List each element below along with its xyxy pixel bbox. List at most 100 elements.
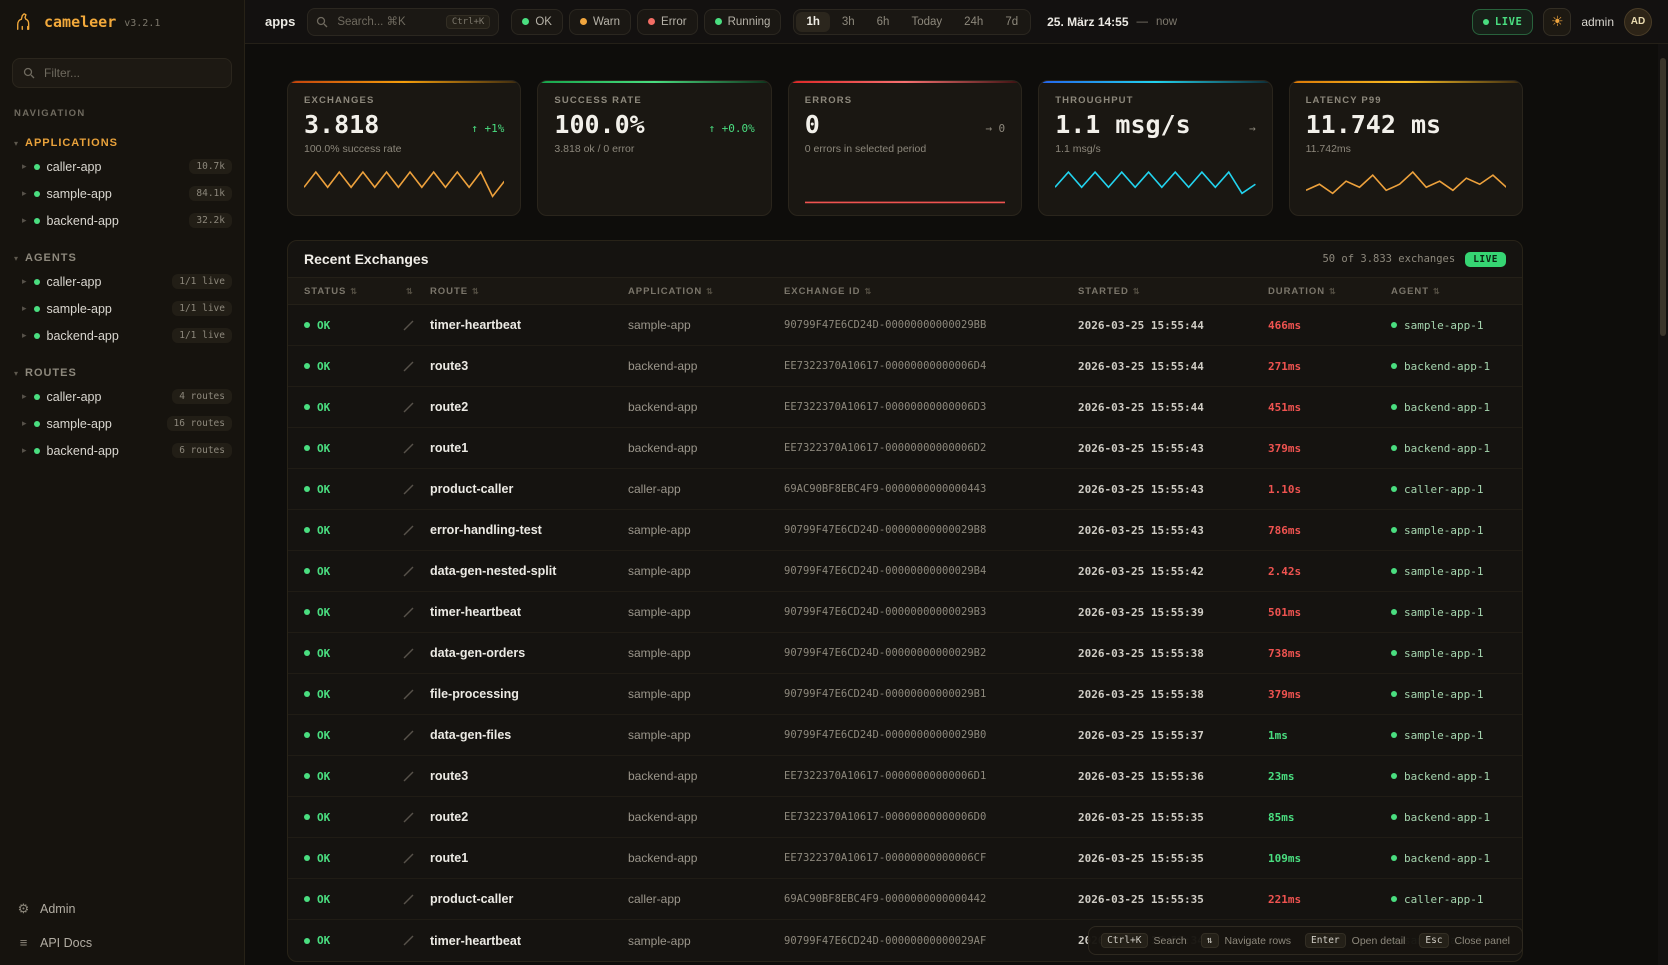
table-body: OK timer-heartbeat sample-app 90799F47E6… [288, 305, 1522, 961]
table-row[interactable]: OK timer-heartbeat sample-app 90799F47E6… [288, 592, 1522, 633]
table-row[interactable]: OK route3 backend-app EE7322370A10617-00… [288, 346, 1522, 387]
row-route: product-caller [430, 482, 628, 496]
table-row[interactable]: OK data-gen-orders sample-app 90799F47E6… [288, 633, 1522, 674]
avatar[interactable]: AD [1624, 8, 1652, 36]
sidebar-footer-item[interactable]: ≡ API Docs [0, 926, 244, 959]
sidebar-footer-item[interactable]: ⚙ Admin [0, 892, 244, 926]
sidebar-item[interactable]: ▸ backend-app 6 routes [0, 437, 244, 464]
sidebar-item[interactable]: ▸ sample-app 16 routes [0, 410, 244, 437]
chevron-right-icon: ▸ [22, 303, 27, 314]
status-chip-dot [580, 18, 587, 25]
live-toggle[interactable]: LIVE [1472, 9, 1533, 35]
hint-label: Search [1154, 935, 1187, 947]
row-status: OK [317, 811, 330, 824]
row-trend-icon [402, 770, 430, 783]
table-row[interactable]: OK route2 backend-app EE7322370A10617-00… [288, 387, 1522, 428]
row-agent: caller-app-1 [1404, 893, 1483, 906]
time-range-button[interactable]: 7d [995, 12, 1028, 32]
hint-label: Close panel [1455, 935, 1510, 947]
table-row[interactable]: OK timer-heartbeat sample-app 90799F47E6… [288, 305, 1522, 346]
kpi-accent-bar [538, 81, 770, 83]
time-range-button[interactable]: 1h [796, 12, 829, 32]
row-exchange-id: EE7322370A10617-00000000000006D0 [784, 811, 1078, 823]
row-exchange-id: 90799F47E6CD24D-00000000000029B3 [784, 606, 1078, 618]
row-started: 2026-03-25 15:55:43 [1078, 483, 1268, 496]
row-exchange-id: 69AC90BF8EBC4F9-0000000000000442 [784, 893, 1078, 905]
time-range-button[interactable]: 24h [954, 12, 993, 32]
sort-icon: ⇅ [472, 287, 480, 296]
agent-status-dot [1391, 773, 1397, 779]
row-duration: 23ms [1268, 770, 1391, 783]
table-row[interactable]: OK product-caller caller-app 69AC90BF8EB… [288, 879, 1522, 920]
column-header[interactable]: STATUS ⇅ [304, 286, 402, 297]
scrollbar-thumb[interactable] [1660, 58, 1666, 336]
column-header[interactable]: ⇅ [402, 287, 430, 296]
time-range-button[interactable]: Today [901, 12, 952, 32]
sort-icon: ⇅ [864, 287, 872, 296]
table-row[interactable]: OK data-gen-files sample-app 90799F47E6C… [288, 715, 1522, 756]
row-duration: 85ms [1268, 811, 1391, 824]
agent-status-dot [1391, 650, 1397, 656]
sidebar-item[interactable]: ▸ sample-app 84.1k [0, 180, 244, 207]
status-filter-chip[interactable]: Error [637, 9, 698, 35]
table-row[interactable]: OK error-handling-test sample-app 90799F… [288, 510, 1522, 551]
topbar-right: LIVE ☀ admin AD [1472, 8, 1652, 36]
kpi-trend: ↑ +0.0% [708, 122, 754, 135]
status-filter-chip[interactable]: OK [511, 9, 563, 35]
sidebar-filter-box[interactable] [12, 58, 232, 88]
sidebar-item[interactable]: ▸ caller-app 1/1 live [0, 268, 244, 295]
kpi-value: 3.818 [304, 112, 379, 138]
table-row[interactable]: OK route1 backend-app EE7322370A10617-00… [288, 838, 1522, 879]
sidebar-section-header[interactable]: ▾ ROUTES [0, 363, 244, 383]
sidebar-section-header[interactable]: ▾ AGENTS [0, 248, 244, 268]
column-header[interactable]: EXCHANGE ID ⇅ [784, 286, 1078, 297]
theme-toggle-button[interactable]: ☀ [1543, 8, 1571, 36]
table-row[interactable]: OK route2 backend-app EE7322370A10617-00… [288, 797, 1522, 838]
column-header-label: STARTED [1078, 286, 1129, 297]
column-header[interactable]: APPLICATION ⇅ [628, 286, 784, 297]
table-row[interactable]: OK route3 backend-app EE7322370A10617-00… [288, 756, 1522, 797]
sidebar-item[interactable]: ▸ backend-app 32.2k [0, 207, 244, 234]
search-input[interactable] [335, 15, 438, 29]
navigation-label: NAVIGATION [14, 108, 230, 119]
sidebar-item-label: backend-app [47, 329, 166, 343]
table-live-badge: LIVE [1465, 252, 1506, 267]
time-range-button[interactable]: 6h [867, 12, 900, 32]
row-agent: backend-app-1 [1404, 401, 1490, 414]
sidebar-section-header[interactable]: ▾ APPLICATIONS [0, 133, 244, 153]
sidebar-item-badge: 1/1 live [172, 328, 232, 343]
sidebar-item[interactable]: ▸ caller-app 10.7k [0, 153, 244, 180]
datetime-separator: — [1137, 16, 1149, 28]
row-route: route3 [430, 769, 628, 783]
sidebar-item[interactable]: ▸ caller-app 4 routes [0, 383, 244, 410]
chevron-down-icon: ▾ [14, 139, 18, 148]
sidebar-item-badge: 6 routes [172, 443, 232, 458]
sidebar-item[interactable]: ▸ backend-app 1/1 live [0, 322, 244, 349]
status-filter-chip[interactable]: Running [704, 9, 782, 35]
time-range-button[interactable]: 3h [832, 12, 865, 32]
kpi-trend: ↑ +1% [471, 122, 504, 135]
row-application: backend-app [628, 400, 784, 414]
agent-status-dot [1391, 527, 1397, 533]
table-row[interactable]: OK product-caller caller-app 69AC90BF8EB… [288, 469, 1522, 510]
section-items: ▸ caller-app 10.7k ▸ sample-app 84.1k ▸ … [0, 153, 244, 234]
table-row[interactable]: OK file-processing sample-app 90799F47E6… [288, 674, 1522, 715]
sidebar-item[interactable]: ▸ sample-app 1/1 live [0, 295, 244, 322]
row-started: 2026-03-25 15:55:44 [1078, 360, 1268, 373]
sidebar-item-label: backend-app [47, 444, 166, 458]
column-header[interactable]: AGENT ⇅ [1391, 286, 1506, 297]
search-box[interactable]: Ctrl+K [307, 8, 499, 36]
row-status-dot [304, 814, 310, 820]
row-agent: backend-app-1 [1404, 360, 1490, 373]
sidebar-filter-input[interactable] [42, 65, 221, 81]
kpi-accent-bar [1039, 81, 1271, 83]
status-filter-chip[interactable]: Warn [569, 9, 631, 35]
status-chip-dot [648, 18, 655, 25]
table-row[interactable]: OK route1 backend-app EE7322370A10617-00… [288, 428, 1522, 469]
table-row[interactable]: OK data-gen-nested-split sample-app 9079… [288, 551, 1522, 592]
column-header[interactable]: ROUTE ⇅ [430, 286, 628, 297]
column-header[interactable]: DURATION ⇅ [1268, 286, 1391, 297]
status-dot [34, 306, 40, 312]
sidebar-item-badge: 10.7k [189, 159, 232, 174]
column-header[interactable]: STARTED ⇅ [1078, 286, 1268, 297]
